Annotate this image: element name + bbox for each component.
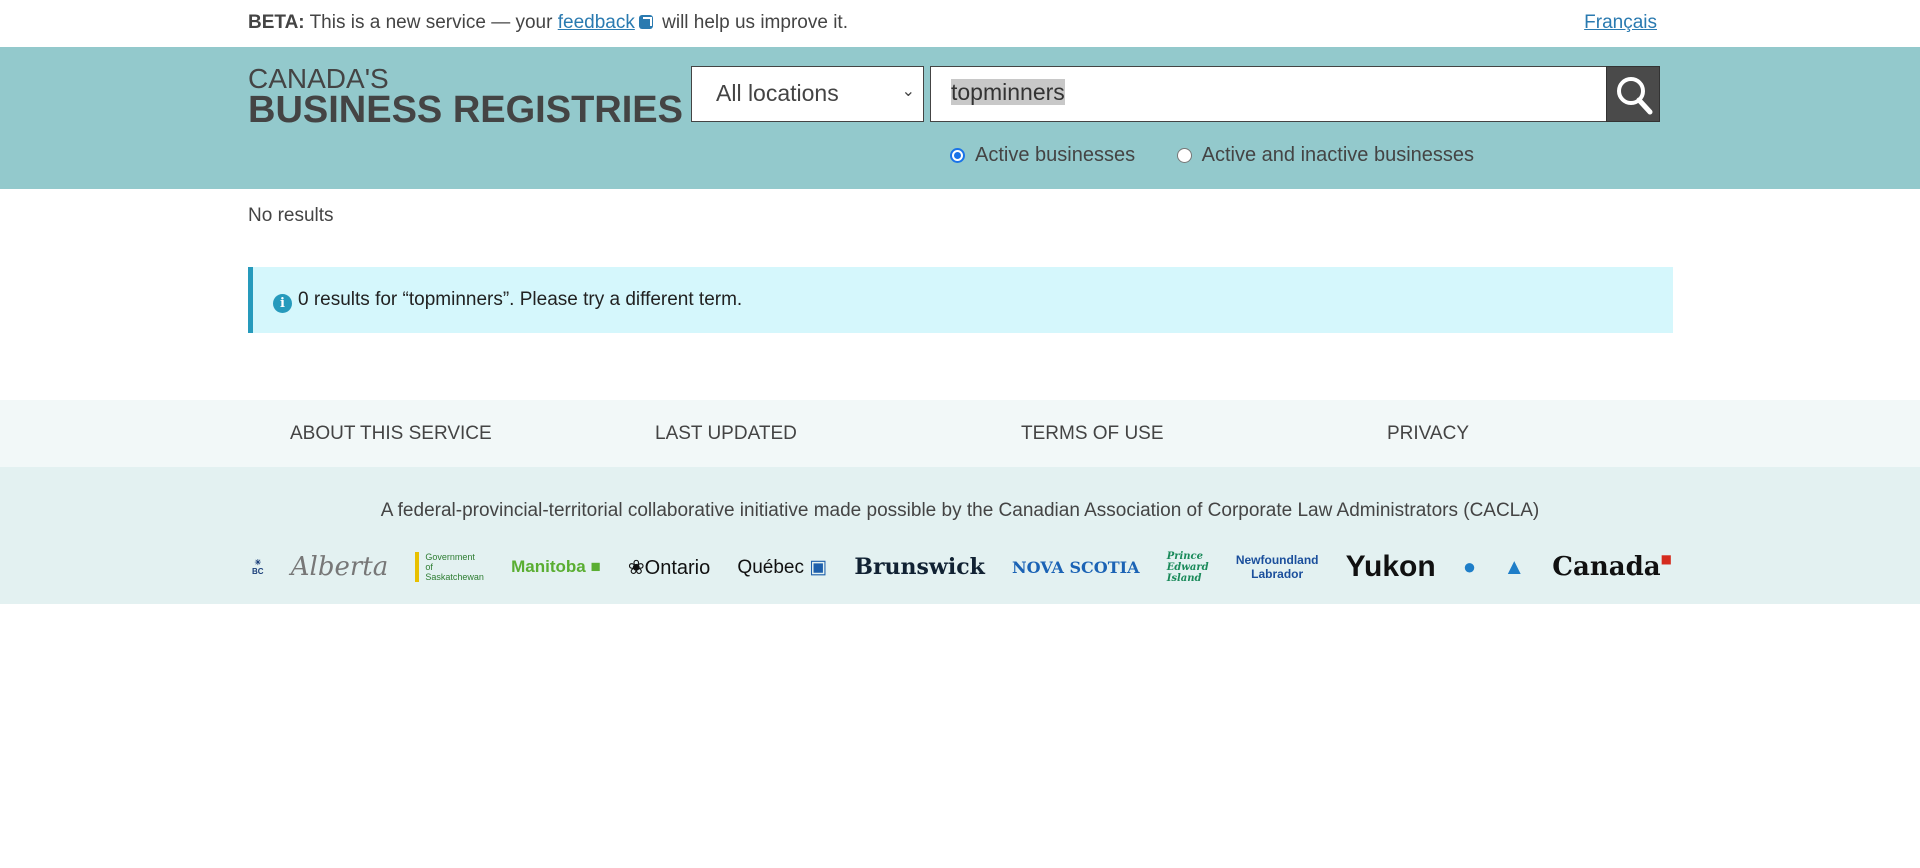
header: CANADA'S BUSINESS REGISTRIES All locatio… xyxy=(0,47,1920,189)
logo-alberta[interactable]: Alberta xyxy=(291,552,389,582)
status-radio-group: Active businesses Active and inactive bu… xyxy=(950,144,1510,169)
radio-active-inactive[interactable]: Active and inactive businesses xyxy=(1176,144,1475,167)
radio-button-checked[interactable] xyxy=(950,148,965,163)
radio-label: Active and inactive businesses xyxy=(1201,144,1475,166)
radio-button[interactable] xyxy=(1176,148,1192,163)
beta-banner: BETA: This is a new service — your feedb… xyxy=(0,0,1920,47)
alert-text: 0 results for “topminners”. Please try a… xyxy=(298,289,743,310)
footer-link-terms[interactable]: TERMS OF USE xyxy=(1021,423,1164,445)
info-icon: i xyxy=(273,294,292,313)
logo-quebec[interactable]: Québec ▣ xyxy=(737,556,827,579)
location-value: All locations xyxy=(716,80,839,106)
chevron-down-icon: ⌄ xyxy=(901,83,915,100)
footer-link-privacy[interactable]: PRIVACY xyxy=(1387,423,1469,445)
no-results-alert: i 0 results for “topminners”. Please try … xyxy=(248,267,1673,333)
location-select[interactable]: All locations ⌄ xyxy=(691,66,924,122)
search-icon xyxy=(1617,77,1653,115)
logo-nunavut[interactable]: ▲ xyxy=(1503,554,1525,580)
external-link-icon xyxy=(638,15,653,29)
partner-logos: ☀ BC Alberta Government of Saskatchewan Man… xyxy=(252,542,1672,592)
footer-link-about[interactable]: ABOUT THIS SERVICE xyxy=(290,423,492,445)
logo-canada[interactable]: Canada■ xyxy=(1552,552,1672,582)
search-button[interactable] xyxy=(1606,66,1660,122)
radio-label: Active businesses xyxy=(975,144,1136,166)
footer-nav: ABOUT THIS SERVICE LAST UPDATED TERMS OF… xyxy=(0,400,1920,467)
results-summary: No results xyxy=(248,205,334,226)
logo-new-brunswick[interactable]: Brunswick xyxy=(854,554,985,580)
logo-pei[interactable]: Prince Edward Island xyxy=(1167,551,1209,584)
language-toggle[interactable]: Français xyxy=(1584,12,1657,34)
initiative-text: A federal-provincial-territorial collabo… xyxy=(380,500,1540,521)
logo-nova-scotia[interactable]: NOVA SCOTIA xyxy=(1012,558,1139,577)
logo-newfoundland-labrador[interactable]: Newfoundland Labrador xyxy=(1236,553,1319,581)
search-input[interactable]: topminners xyxy=(930,66,1607,122)
logo-northwest-territories[interactable]: ● xyxy=(1463,554,1476,580)
beta-label: BETA: xyxy=(248,12,305,33)
logo-saskatchewan[interactable]: Government of Saskatchewan xyxy=(415,552,484,582)
logo-ontario[interactable]: ❀Ontario xyxy=(628,555,710,580)
beta-text: This is a new service — your xyxy=(304,12,558,33)
beta-message: BETA: This is a new service — your feedb… xyxy=(248,12,848,34)
radio-active[interactable]: Active businesses xyxy=(950,144,1135,167)
beta-text-after: will help us improve it. xyxy=(656,12,848,33)
footer-partners: A federal-provincial-territorial collabo… xyxy=(0,467,1920,604)
logo-manitoba[interactable]: Manitoba ■ xyxy=(511,557,601,577)
search-query: topminners xyxy=(951,79,1065,105)
feedback-link[interactable]: feedback xyxy=(558,12,635,33)
logo-yukon[interactable]: Yukon xyxy=(1346,550,1436,584)
logo-british-columbia[interactable]: ☀ BC xyxy=(252,558,264,576)
footer-link-last-updated[interactable]: LAST UPDATED xyxy=(655,423,797,445)
site-logo-line2[interactable]: BUSINESS REGISTRIES xyxy=(248,89,683,132)
